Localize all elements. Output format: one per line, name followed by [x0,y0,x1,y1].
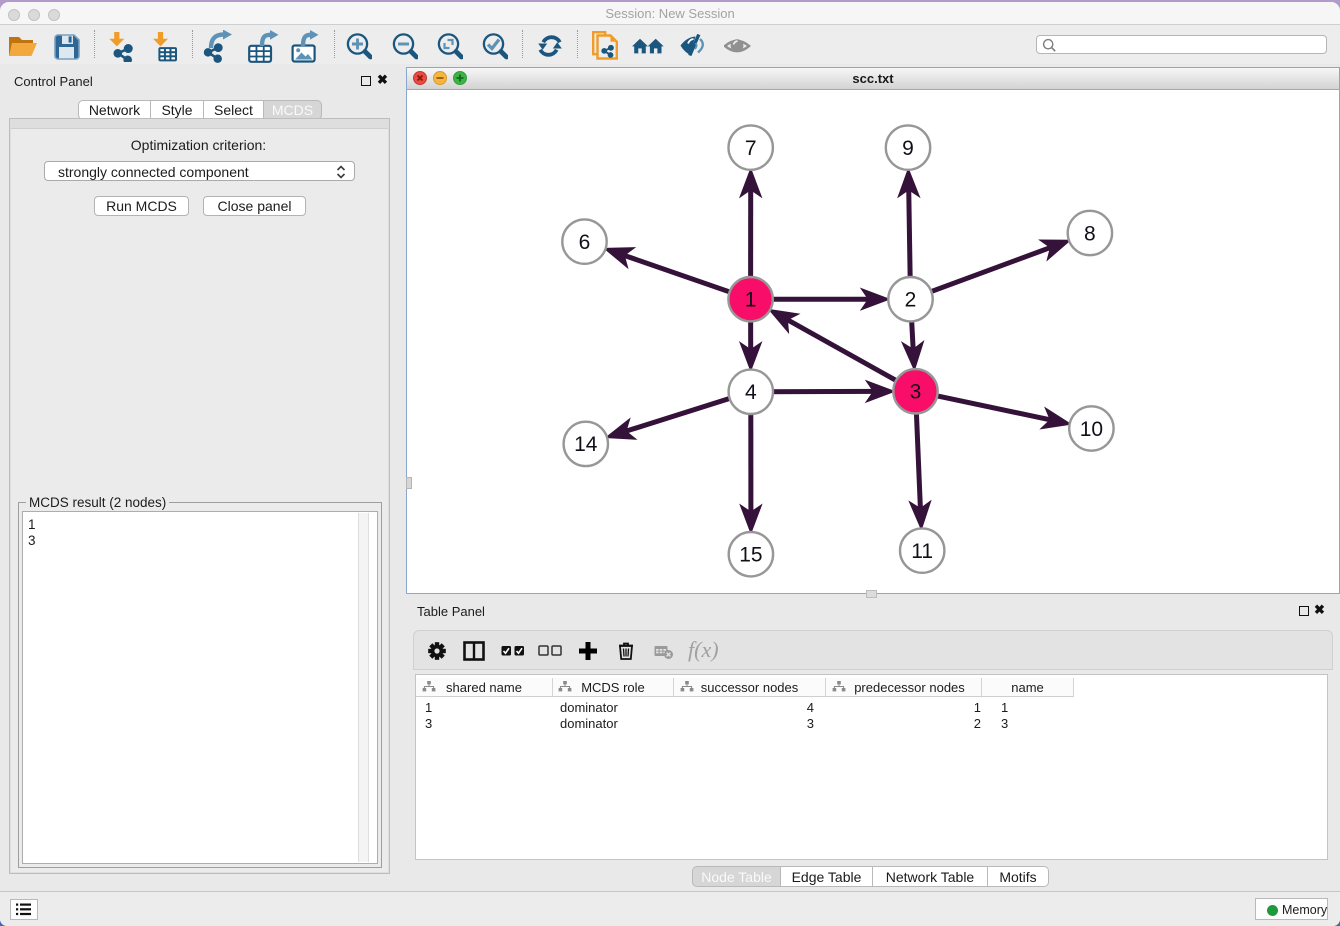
svg-text:6: 6 [579,231,591,254]
svg-text:8: 8 [1084,222,1096,245]
svg-text:9: 9 [902,137,914,160]
svg-text:11: 11 [911,540,933,563]
svg-text:15: 15 [739,544,762,567]
svg-text:3: 3 [910,381,922,404]
svg-text:14: 14 [574,433,598,456]
svg-text:4: 4 [745,381,757,404]
svg-text:1: 1 [745,289,757,312]
svg-text:7: 7 [745,137,757,160]
svg-text:10: 10 [1080,418,1103,441]
svg-text:2: 2 [905,289,917,312]
